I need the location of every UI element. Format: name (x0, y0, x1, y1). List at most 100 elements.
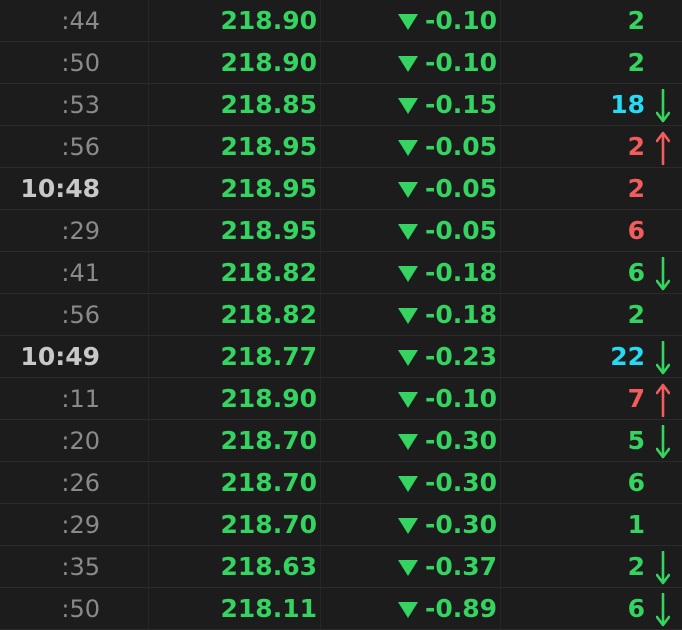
trade-time: :20 (61, 427, 100, 455)
column-divider (148, 84, 149, 125)
trade-time: :29 (61, 511, 100, 539)
column-divider (500, 252, 501, 293)
arrow-down-icon (654, 336, 672, 378)
trade-time: 10:49 (20, 342, 100, 371)
arrow-down-icon (654, 588, 672, 630)
column-divider (320, 126, 321, 167)
trade-price: 218.70 (220, 426, 317, 455)
trade-size: 2 (627, 552, 645, 581)
table-row[interactable]: :41 218.82 -0.18 6 (0, 252, 682, 294)
price-change: -0.10 (424, 48, 497, 77)
trade-size: 5 (627, 426, 645, 455)
column-divider (320, 504, 321, 545)
table-row[interactable]: :20 218.70 -0.30 5 (0, 420, 682, 462)
triangle-down-icon (397, 294, 419, 336)
table-row[interactable]: :11 218.90 -0.10 7 (0, 378, 682, 420)
time-and-sales-table: :44 218.90 -0.10 2 :50 218.90 -0.10 2 :53 218.85 -… (0, 0, 682, 630)
table-row[interactable]: :44 218.90 -0.10 2 (0, 0, 682, 42)
triangle-down-icon (397, 336, 419, 378)
column-divider (500, 0, 501, 41)
column-divider (148, 252, 149, 293)
table-row[interactable]: :50 218.11 -0.89 6 (0, 588, 682, 630)
column-divider (320, 336, 321, 377)
trade-price: 218.70 (220, 468, 317, 497)
trade-price: 218.95 (220, 132, 317, 161)
trade-time: :44 (61, 7, 100, 35)
column-divider (320, 378, 321, 419)
table-row[interactable]: :50 218.90 -0.10 2 (0, 42, 682, 84)
arrow-up-icon (654, 378, 672, 420)
column-divider (500, 588, 501, 629)
trade-time: :50 (61, 595, 100, 623)
trade-size: 1 (627, 510, 645, 539)
column-divider (320, 210, 321, 251)
trade-time: :50 (61, 49, 100, 77)
arrow-down-icon (654, 546, 672, 588)
column-divider (320, 168, 321, 209)
triangle-down-icon (397, 0, 419, 42)
arrow-down-icon (654, 252, 672, 294)
trade-price: 218.77 (220, 342, 317, 371)
column-divider (500, 420, 501, 461)
arrow-up-icon (654, 126, 672, 168)
trade-size: 2 (627, 300, 645, 329)
triangle-down-icon (397, 462, 419, 504)
trade-time: :41 (61, 259, 100, 287)
trade-time: :26 (61, 469, 100, 497)
table-row[interactable]: :35 218.63 -0.37 2 (0, 546, 682, 588)
column-divider (148, 0, 149, 41)
triangle-down-icon (397, 84, 419, 126)
trade-price: 218.90 (220, 384, 317, 413)
trade-size: 7 (627, 384, 645, 413)
column-divider (148, 504, 149, 545)
trade-price: 218.63 (220, 552, 317, 581)
column-divider (148, 126, 149, 167)
triangle-down-icon (397, 210, 419, 252)
trade-size: 2 (627, 6, 645, 35)
price-change: -0.30 (424, 468, 497, 497)
table-row[interactable]: :53 218.85 -0.15 18 (0, 84, 682, 126)
column-divider (500, 210, 501, 251)
column-divider (148, 168, 149, 209)
price-change: -0.23 (424, 342, 497, 371)
trade-size: 22 (610, 342, 645, 371)
trade-price: 218.85 (220, 90, 317, 119)
trade-time: 10:48 (20, 174, 100, 203)
column-divider (148, 336, 149, 377)
triangle-down-icon (397, 588, 419, 630)
table-row[interactable]: :29 218.70 -0.30 1 (0, 504, 682, 546)
trade-price: 218.95 (220, 216, 317, 245)
trade-price: 218.82 (220, 258, 317, 287)
trade-price: 218.11 (220, 594, 317, 623)
price-change: -0.30 (424, 510, 497, 539)
trade-price: 218.82 (220, 300, 317, 329)
column-divider (500, 84, 501, 125)
triangle-down-icon (397, 378, 419, 420)
trade-size: 2 (627, 174, 645, 203)
column-divider (148, 420, 149, 461)
table-row[interactable]: :56 218.82 -0.18 2 (0, 294, 682, 336)
column-divider (148, 294, 149, 335)
table-row[interactable]: :56 218.95 -0.05 2 (0, 126, 682, 168)
trade-size: 6 (627, 468, 645, 497)
column-divider (320, 462, 321, 503)
column-divider (500, 504, 501, 545)
table-row[interactable]: :29 218.95 -0.05 6 (0, 210, 682, 252)
column-divider (320, 84, 321, 125)
triangle-down-icon (397, 126, 419, 168)
column-divider (320, 294, 321, 335)
column-divider (148, 462, 149, 503)
table-row[interactable]: 10:48 218.95 -0.05 2 (0, 168, 682, 210)
trade-size: 18 (610, 90, 645, 119)
column-divider (320, 0, 321, 41)
table-row[interactable]: 10:49 218.77 -0.23 22 (0, 336, 682, 378)
price-change: -0.05 (424, 174, 497, 203)
price-change: -0.10 (424, 6, 497, 35)
column-divider (500, 546, 501, 587)
triangle-down-icon (397, 504, 419, 546)
table-row[interactable]: :26 218.70 -0.30 6 (0, 462, 682, 504)
column-divider (320, 252, 321, 293)
trade-price: 218.90 (220, 48, 317, 77)
trade-price: 218.90 (220, 6, 317, 35)
column-divider (148, 42, 149, 83)
